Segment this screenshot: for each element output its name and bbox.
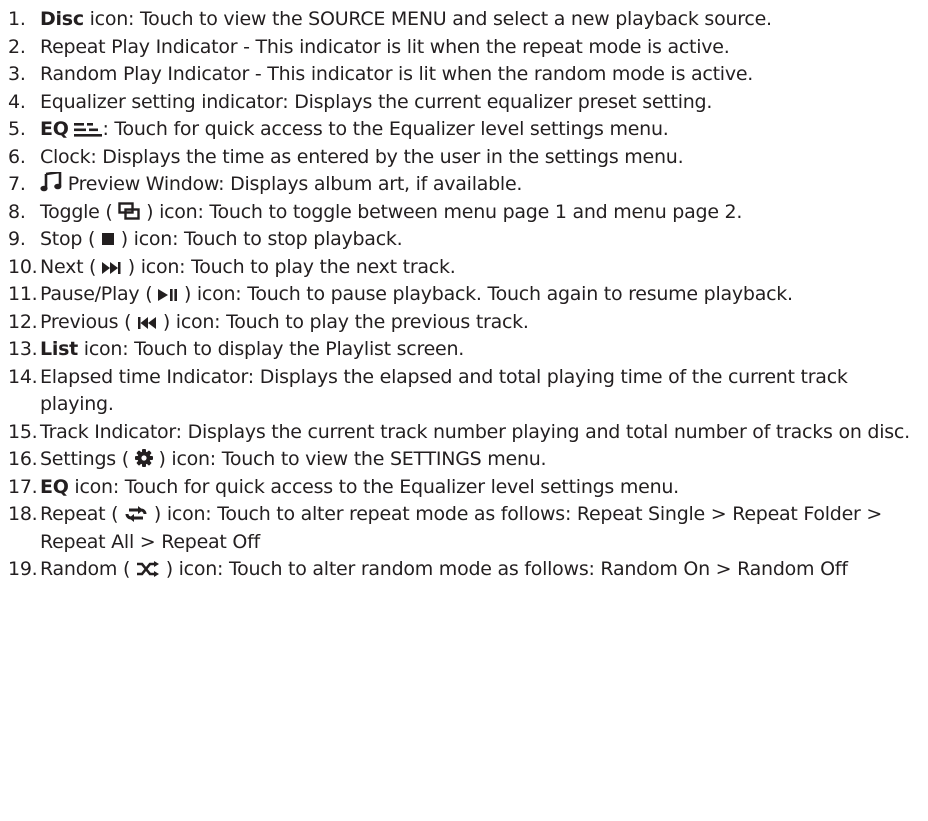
item-text: Elapsed time Indicator: Displays the ela… xyxy=(40,365,848,416)
item-prefix: Next ( xyxy=(40,255,103,278)
item-prefix: Toggle ( xyxy=(40,200,119,223)
list-item: 7. Preview Window: Displays album art, i… xyxy=(8,171,920,199)
item-number: 3. xyxy=(8,63,26,85)
item-number: 14. xyxy=(8,365,38,388)
list-item: 1. Disc icon: Touch to view the SOURCE M… xyxy=(8,6,920,34)
list-item: 10. Next ( ) icon: Touch to play the nex… xyxy=(8,254,920,282)
item-prefix: Settings ( xyxy=(40,448,135,470)
item-description: ) icon: Touch to play the next track. xyxy=(122,255,456,278)
list-item: 11. Pause/Play ( ) icon: Touch to pause … xyxy=(8,281,920,309)
disc-label: Disc xyxy=(40,8,84,30)
item-prefix: Stop ( xyxy=(40,228,101,250)
list-item: 16. Settings ( ) icon: Touch to view the… xyxy=(8,446,920,474)
item-text: Previous ( ) icon: Touch to play the pre… xyxy=(40,309,920,337)
list-item: 19. Random ( ) icon: Touch to alter rand… xyxy=(8,556,920,584)
item-description: ) icon: Touch to alter repeat mode as fo… xyxy=(40,503,883,553)
item-description: ) icon: Touch to stop playback. xyxy=(114,228,403,250)
item-text: Random ( ) icon: Touch to alter random m… xyxy=(40,556,920,584)
item-description: Preview Window: Displays album art, if a… xyxy=(62,173,523,195)
icon-description-list: 1. Disc icon: Touch to view the SOURCE M… xyxy=(8,6,920,584)
list-item: 8. Toggle ( ) icon: Touch to toggle betw… xyxy=(8,199,920,227)
item-prefix: Previous ( xyxy=(40,310,138,333)
item-text: Toggle ( ) icon: Touch to toggle between… xyxy=(40,199,920,227)
previous-track-icon xyxy=(137,316,157,330)
item-number: 6. xyxy=(8,145,26,168)
item-description: icon: Touch to view the SOURCE MENU and … xyxy=(83,8,772,30)
list-item: 13. List icon: Touch to display the Play… xyxy=(8,336,920,364)
item-number: 7. xyxy=(8,173,26,195)
item-text: Random Play Indicator - This indicator i… xyxy=(40,63,754,85)
item-number: 2. xyxy=(8,35,26,58)
item-number: 5. xyxy=(8,118,26,140)
toggle-pages-icon xyxy=(118,201,141,220)
shuffle-icon xyxy=(136,561,160,577)
list-item: 15. Track Indicator: Displays the curren… xyxy=(8,419,920,447)
list-label: List xyxy=(40,338,79,360)
stop-icon xyxy=(101,231,115,247)
next-track-icon xyxy=(102,261,122,275)
music-note-icon xyxy=(40,172,62,192)
eq-bars-icon xyxy=(74,123,103,137)
item-text: Equalizer setting indicator: Displays th… xyxy=(40,90,713,113)
item-text: EQ icon: Touch for quick access to the E… xyxy=(40,474,920,502)
item-number: 18. xyxy=(8,503,38,525)
list-item: 9. Stop ( ) icon: Touch to stop playback… xyxy=(8,226,920,254)
item-prefix: Repeat ( xyxy=(40,503,125,525)
item-text: Pause/Play ( ) icon: Touch to pause play… xyxy=(40,281,920,309)
item-text: Stop ( ) icon: Touch to stop playback. xyxy=(40,226,920,254)
item-text: Clock: Displays the time as entered by t… xyxy=(40,145,684,168)
item-number: 9. xyxy=(8,228,26,250)
list-item: 5. EQ : Touch for quick access to the Eq… xyxy=(8,116,920,144)
eq-label: EQ xyxy=(40,118,69,140)
item-number: 13. xyxy=(8,338,38,360)
gear-icon xyxy=(134,449,153,467)
item-text: Repeat ( ) icon: Touch to alter repeat m… xyxy=(40,501,920,556)
item-description: icon: Touch for quick access to the Equa… xyxy=(68,475,679,498)
item-number: 1. xyxy=(8,8,26,30)
item-description: icon: Touch to display the Playlist scre… xyxy=(78,338,465,360)
list-item: 3. Random Play Indicator - This indicato… xyxy=(8,61,920,89)
list-item: 12. Previous ( ) icon: Touch to play the… xyxy=(8,309,920,337)
item-text: Settings ( ) icon: Touch to view the SET… xyxy=(40,446,920,474)
item-number: 10. xyxy=(8,255,38,278)
list-item: 2. Repeat Play Indicator - This indicato… xyxy=(8,34,920,62)
item-number: 17. xyxy=(8,475,38,498)
list-item: 17. EQ icon: Touch for quick access to t… xyxy=(8,474,920,502)
item-prefix: Pause/Play ( xyxy=(40,283,159,305)
item-number: 4. xyxy=(8,90,26,113)
item-text: EQ : Touch for quick access to the Equal… xyxy=(40,116,920,144)
instruction-document: 1. Disc icon: Touch to view the SOURCE M… xyxy=(0,0,928,821)
list-item: 6. Clock: Displays the time as entered b… xyxy=(8,144,920,172)
item-description: ) icon: Touch to view the SETTINGS menu. xyxy=(152,448,547,470)
item-text: Track Indicator: Displays the current tr… xyxy=(40,420,910,443)
list-item: 18. Repeat ( ) icon: Touch to alter repe… xyxy=(8,501,920,556)
repeat-icon xyxy=(124,506,148,522)
item-description: : Touch for quick access to the Equalize… xyxy=(102,118,669,140)
item-number: 8. xyxy=(8,200,26,223)
list-item: 14. Elapsed time Indicator: Displays the… xyxy=(8,364,920,419)
item-description: ) icon: Touch to toggle between menu pag… xyxy=(140,200,743,223)
item-description: ) icon: Touch to pause playback. Touch a… xyxy=(178,283,793,305)
item-number: 12. xyxy=(8,310,38,333)
play-pause-icon xyxy=(158,288,178,302)
item-text: Preview Window: Displays album art, if a… xyxy=(40,171,920,199)
item-description: ) icon: Touch to play the previous track… xyxy=(157,310,529,333)
item-description: ) icon: Touch to alter random mode as fo… xyxy=(159,558,848,580)
item-number: 19. xyxy=(8,558,38,580)
item-number: 16. xyxy=(8,448,38,470)
item-prefix: Random ( xyxy=(40,558,136,580)
item-text: Next ( ) icon: Touch to play the next tr… xyxy=(40,254,920,282)
item-number: 11. xyxy=(8,283,38,305)
item-text: Disc icon: Touch to view the SOURCE MENU… xyxy=(40,6,920,34)
list-item: 4. Equalizer setting indicator: Displays… xyxy=(8,89,920,117)
item-number: 15. xyxy=(8,420,38,443)
eq-label: EQ xyxy=(40,475,69,498)
item-text: Repeat Play Indicator - This indicator i… xyxy=(40,35,730,58)
item-text: List icon: Touch to display the Playlist… xyxy=(40,336,920,364)
